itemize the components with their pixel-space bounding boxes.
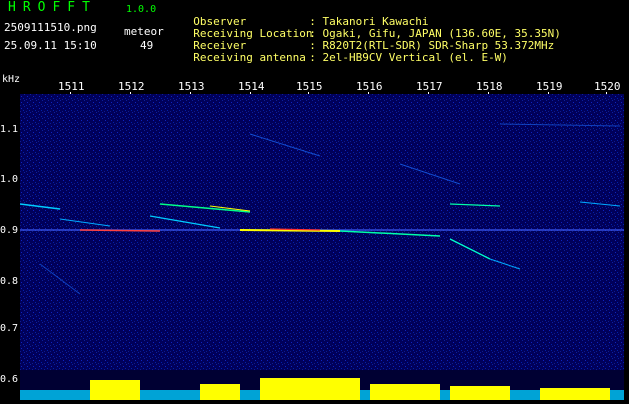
x-tick-label: 1513 [178,80,205,93]
y-tick-label: 0.7 [0,323,19,334]
app-logo: HROFFT [8,0,97,15]
y-tick-label: 1.0 [0,174,19,185]
y-axis: 1.1 1.0 0.9 0.8 0.7 0.6 [0,94,20,385]
x-tick-label: 1511 [58,80,85,93]
y-tick-label: 0.6 [0,374,19,385]
x-tick-label: 1512 [118,80,145,93]
spectrogram-panel [20,94,624,370]
x-tick-label: 1515 [296,80,323,93]
level-bar [540,388,610,400]
x-tick-label: 1516 [356,80,383,93]
y-tick-label: 0.9 [0,225,19,236]
meteor-count-value: 49 [140,39,154,52]
info-value: 2el-HB9CV Vertical (el. E-W) [322,51,508,64]
level-bar [260,378,360,400]
info-row-antenna: Receiving antenna: 2el-HB9CV Vertical (e… [193,51,508,64]
x-tick-label: 1519 [536,80,563,93]
level-bar [450,386,510,400]
info-key: Receiving antenna [193,51,306,64]
x-tick-label: 1520 [594,80,621,93]
y-tick-label: 0.8 [0,276,19,287]
app-version: 1.0.0 [126,4,157,15]
meteor-trace [239,229,341,232]
capture-datetime: 25.09.11 15:10 [4,39,97,52]
y-tick-label: 1.1 [0,124,19,135]
x-tick-label: 1518 [476,80,503,93]
level-bar [200,384,240,400]
level-bar [90,380,140,400]
y-axis-unit: kHz [2,74,21,85]
image-filename: 2509111510.png [4,21,97,34]
signal-level-panel [20,370,624,400]
meteor-trace [79,229,161,232]
x-tick-label: 1514 [238,80,265,93]
meteor-count-label: meteor [124,25,164,38]
spectrogram-noise [20,94,624,370]
x-tick-label: 1517 [416,80,443,93]
level-bar [370,384,440,400]
